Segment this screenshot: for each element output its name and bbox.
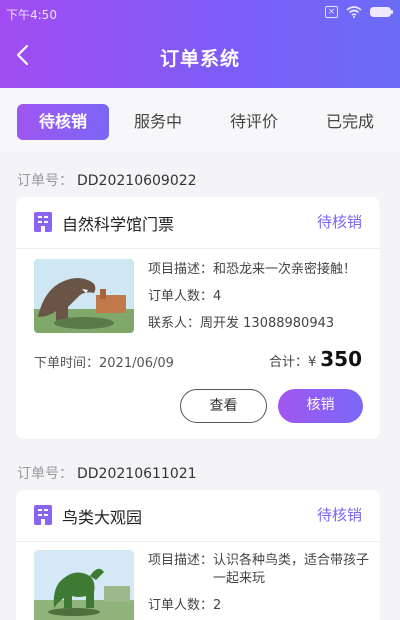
order-number-label: 订单号：	[17, 173, 73, 189]
status-icons: ×	[325, 6, 394, 18]
page-title: 订单系统	[159, 48, 240, 70]
status-time: 下午4:50	[6, 8, 57, 22]
battery-icon	[370, 6, 394, 18]
detail-row: 项目描述：认识各种鸟类，适合带孩子一起来玩	[148, 552, 372, 588]
topiary-thumbnail	[34, 550, 134, 620]
detail-row: 订单人数：2	[148, 597, 372, 615]
sim-x-icon: ×	[325, 6, 338, 18]
detail-row: 订单人数：4	[148, 288, 356, 306]
tab-completed[interactable]: 已完成	[314, 104, 386, 140]
detail-value: 和恐龙来一次亲密接触！	[213, 262, 357, 277]
dinosaur-thumbnail	[34, 259, 134, 333]
detail-value: 4	[213, 289, 222, 304]
verify-button[interactable]: 核销	[278, 389, 363, 423]
order-card: 自然科学馆门票 待核销 项目描述：和恐龙来一次亲密接触！ 订单人数：4 联系人：…	[16, 197, 380, 439]
order-time-value: 2021/06/09	[99, 356, 174, 371]
tab-in-service[interactable]: 服务中	[122, 104, 194, 140]
order-details: 项目描述：认识各种鸟类，适合带孩子一起来玩 订单人数：2	[148, 552, 372, 620]
order-card-header: 自然科学馆门票 待核销	[16, 197, 380, 249]
order-total: 合计：¥ 350	[269, 347, 362, 371]
detail-value: 认识各种鸟类，适合带孩子一起来玩	[213, 553, 370, 586]
order-card: 鸟类大观园 待核销 项目描述：认识各种鸟类，适合带孩子一起来玩 订单人数：2	[16, 490, 380, 620]
app-header: 下午4:50 × 订单系统	[0, 0, 400, 88]
detail-value: 2	[213, 598, 222, 613]
order-time: 下单时间：2021/06/09	[34, 352, 174, 371]
order-card-header: 鸟类大观园 待核销	[16, 490, 380, 542]
order-number: DD20210609022	[77, 173, 197, 189]
order-number: DD20210611021	[77, 466, 197, 482]
order-details: 项目描述：和恐龙来一次亲密接触！ 订单人数：4 联系人：周开发 13088980…	[148, 261, 356, 342]
total-amount: 350	[320, 347, 362, 371]
tab-pending-review[interactable]: 待评价	[218, 104, 290, 140]
building-icon	[34, 212, 52, 232]
status-bar: 下午4:50 ×	[0, 0, 400, 28]
total-label: 合计：¥	[268, 355, 317, 370]
detail-label: 订单人数：	[148, 598, 214, 613]
detail-label: 项目描述：	[148, 553, 214, 568]
order-status: 待核销	[316, 506, 362, 524]
order-number-label: 订单号：	[17, 466, 73, 482]
order-number-row: 订单号： DD20210609022	[17, 170, 197, 190]
detail-value: 周开发 13088980943	[200, 316, 335, 331]
detail-row: 联系人：周开发 13088980943	[148, 315, 356, 333]
venue-name: 自然科学馆门票	[62, 215, 175, 234]
order-status: 待核销	[316, 213, 362, 231]
detail-label: 订单人数：	[148, 289, 214, 304]
order-time-label: 下单时间：	[34, 356, 100, 371]
venue-name: 鸟类大观园	[62, 508, 143, 527]
order-number-row: 订单号： DD20210611021	[17, 463, 197, 483]
status-tabs: 待核销 服务中 待评价 已完成	[0, 88, 400, 152]
detail-row: 项目描述：和恐龙来一次亲密接触！	[148, 261, 356, 279]
building-icon	[34, 505, 52, 525]
view-button[interactable]: 查看	[180, 389, 267, 423]
tab-pending-verification[interactable]: 待核销	[17, 104, 109, 140]
detail-label: 联系人：	[148, 316, 201, 331]
detail-label: 项目描述：	[148, 262, 214, 277]
wifi-icon	[346, 6, 362, 18]
